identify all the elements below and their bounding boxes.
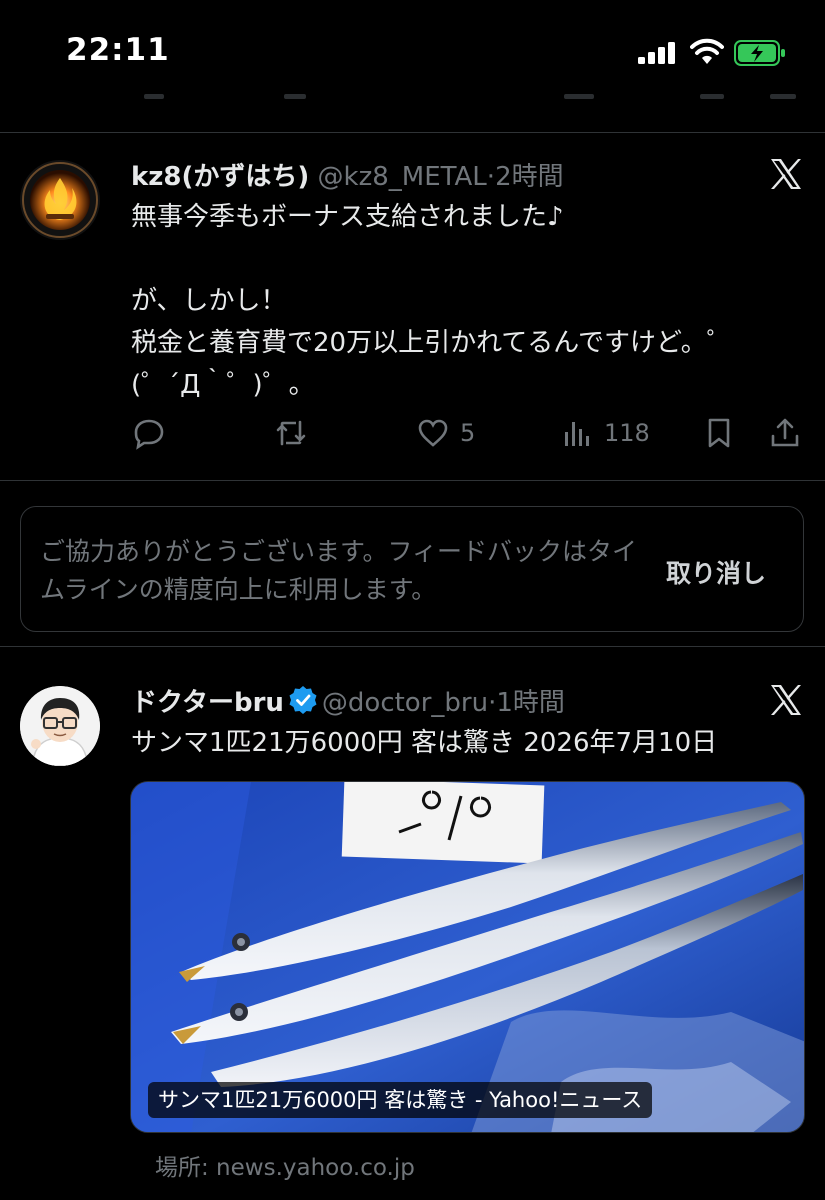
- battery-charging-icon: [734, 40, 785, 66]
- separator-dot: ·: [486, 162, 496, 192]
- feedback-message: ご協力ありがとうございます。フィードバックはタイムラインの精度向上に利用します。: [40, 537, 638, 604]
- tweet-text: サンマ1匹21万6000円 客は驚き 2026年7月10日: [131, 728, 718, 758]
- divider: [0, 646, 825, 647]
- divider: [0, 132, 825, 133]
- share-button[interactable]: [768, 416, 802, 450]
- timestamp[interactable]: 1時間: [496, 688, 565, 718]
- link-card-image[interactable]: [130, 781, 805, 1133]
- view-count: 118: [604, 419, 650, 447]
- previous-tweet-actions-partial: [130, 94, 800, 100]
- link-card-title[interactable]: サンマ1匹21万6000円 客は驚き - Yahoo!ニュース: [148, 1082, 653, 1118]
- reply-icon: [134, 419, 164, 450]
- x-logo-icon[interactable]: [768, 156, 804, 192]
- retweet-icon: [276, 420, 306, 446]
- analytics-icon: [565, 422, 589, 446]
- bookmark-icon: [708, 418, 730, 448]
- wifi-icon: [690, 38, 724, 64]
- undo-button[interactable]: 取り消し: [666, 554, 766, 590]
- status-time: 22:11: [66, 32, 170, 68]
- tweet-header: kz8(かずはち) @kz8_METAL·2時間: [131, 156, 564, 193]
- retweet-button[interactable]: [274, 416, 308, 450]
- avatar[interactable]: [20, 686, 100, 766]
- handle[interactable]: @doctor_bru: [322, 688, 488, 718]
- handle[interactable]: @kz8_METAL: [318, 162, 487, 192]
- x-logo-icon[interactable]: [768, 682, 804, 718]
- display-name[interactable]: kz8(かずはち): [131, 162, 309, 192]
- link-source[interactable]: 場所: news.yahoo.co.jp: [155, 1148, 415, 1182]
- divider: [0, 480, 825, 481]
- campfire-avatar-image: [20, 160, 100, 240]
- avatar[interactable]: [20, 160, 100, 240]
- like-count: 5: [460, 419, 476, 447]
- timestamp[interactable]: 2時間: [495, 162, 564, 192]
- views-button[interactable]: 118: [560, 416, 650, 450]
- share-icon: [771, 418, 799, 447]
- tweet-text: 無事今季もボーナス支給されました♪ が、しかし！ 税金と養育費で20万以上引かれ…: [131, 202, 733, 400]
- tweet-header: ドクターbru @doctor_bru·1時間: [131, 682, 565, 719]
- doctor-avatar-image: [20, 686, 100, 766]
- bookmark-button[interactable]: [702, 416, 736, 450]
- cellular-signal-icon: [638, 42, 675, 64]
- saury-fish-photo: [131, 782, 804, 1132]
- like-button[interactable]: 5: [416, 416, 475, 450]
- verified-badge-icon: [289, 686, 317, 714]
- heart-icon: [418, 419, 448, 447]
- reply-button[interactable]: [132, 416, 166, 450]
- display-name[interactable]: ドクターbru: [131, 688, 284, 718]
